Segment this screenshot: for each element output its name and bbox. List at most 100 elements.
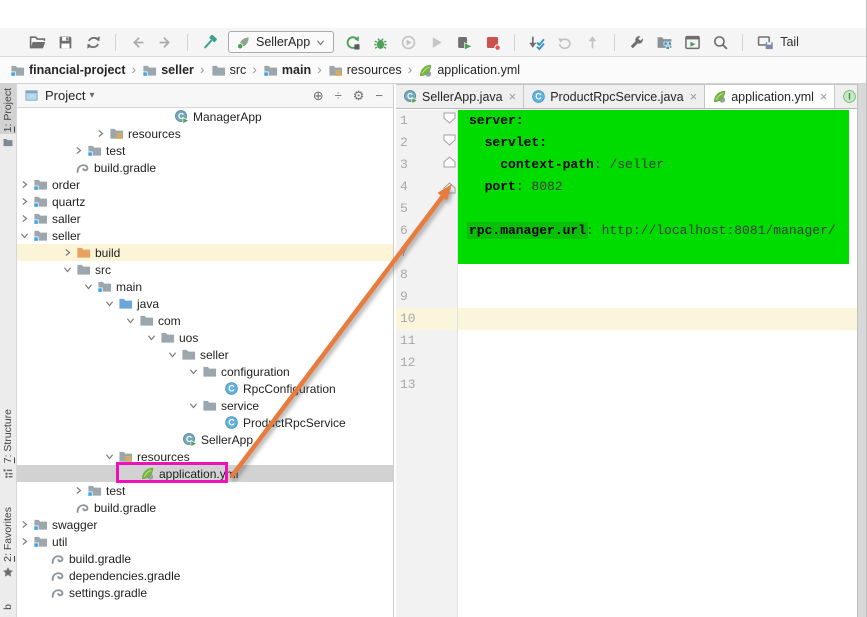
editor-body[interactable]: 12345678910111213server: servlet: contex… [396, 110, 857, 617]
chevron-down-icon[interactable] [167, 348, 181, 362]
build-project-button[interactable] [200, 33, 219, 52]
forward-button[interactable] [156, 33, 175, 52]
tree-item-util[interactable]: util [17, 533, 394, 550]
code-line-9[interactable] [458, 286, 469, 308]
tree-item-service[interactable]: service [17, 397, 394, 414]
tree-item-uos[interactable]: uos [17, 329, 394, 346]
tool-window-tab-2-favorites[interactable]: 2: Favorites [0, 503, 16, 581]
code-line-4[interactable]: port: 8082 [458, 176, 563, 198]
tree-item-saller[interactable]: saller [17, 210, 394, 227]
tree-item-resources[interactable]: resources [17, 125, 394, 142]
push-button[interactable] [583, 33, 602, 52]
tree-item-build[interactable]: build [17, 244, 394, 261]
code-line-6[interactable]: rpc.manager.url: http://localhost:8081/m… [458, 220, 836, 242]
collapse-all-icon[interactable]: ÷ [335, 89, 342, 102]
editor-tab-sellerapp-java[interactable]: CSellerApp.java× [396, 85, 524, 108]
open-project-button[interactable] [28, 33, 47, 52]
breadcrumb-item-seller[interactable]: seller [142, 63, 194, 78]
hide-panel-icon[interactable]: − [375, 89, 383, 102]
settings-button[interactable] [627, 33, 646, 52]
tree-item-com[interactable]: com [17, 312, 394, 329]
chevron-down-icon[interactable] [62, 263, 76, 277]
locate-file-icon[interactable]: ⊕ [313, 89, 324, 102]
save-all-button[interactable] [56, 33, 75, 52]
tree-item-dependencies-gradle[interactable]: dependencies.gradle [17, 567, 394, 584]
close-tab-icon[interactable]: × [690, 89, 698, 104]
editor-tab-productrpc[interactable]: IProductRpc. [835, 85, 857, 108]
chevron-right-icon[interactable] [19, 178, 33, 192]
tree-item-test[interactable]: test [17, 142, 394, 159]
run-anything-button[interactable] [683, 33, 702, 52]
chevron-down-icon[interactable] [19, 229, 33, 243]
chevron-right-icon[interactable] [19, 535, 33, 549]
close-tab-icon[interactable]: × [509, 89, 517, 104]
chevron-right-icon[interactable] [62, 246, 76, 260]
update-project-button[interactable] [527, 33, 546, 52]
fold-end-icon[interactable] [443, 156, 456, 168]
code-line-7[interactable] [458, 242, 469, 264]
code-line-5[interactable] [458, 198, 469, 220]
code-line-1[interactable]: server: [458, 110, 524, 132]
editor-tab-productrpcservice-java[interactable]: CProductRpcService.java× [524, 85, 705, 108]
tree-item-configuration[interactable]: configuration [17, 363, 394, 380]
tree-item-rpcconfiguration[interactable]: CRpcConfiguration [17, 380, 394, 397]
rerun-button[interactable] [343, 33, 362, 52]
chevron-down-icon[interactable] [104, 297, 118, 311]
project-structure-button[interactable] [655, 33, 674, 52]
chevron-right-icon[interactable] [19, 195, 33, 209]
tree-item-settings-gradle[interactable]: settings.gradle [17, 584, 394, 601]
code-line-10[interactable] [458, 308, 469, 330]
back-button[interactable] [128, 33, 147, 52]
chevron-down-icon[interactable]: ▾ [89, 90, 94, 101]
resume-program-button[interactable] [455, 33, 474, 52]
tree-item-managerapp[interactable]: CManagerApp [17, 108, 394, 125]
tail-button[interactable]: Tail [755, 33, 801, 52]
run-configuration-select[interactable]: SellerApp [228, 31, 334, 53]
chevron-down-icon[interactable] [188, 365, 202, 379]
debug-button[interactable] [371, 33, 390, 52]
chevron-down-icon[interactable] [188, 399, 202, 413]
tool-window-tab-b[interactable]: b [0, 600, 16, 617]
fold-expanded-icon[interactable] [443, 134, 456, 146]
tree-item-productrpcservice[interactable]: CProductRpcService [17, 414, 394, 431]
tool-window-tab-7-structure[interactable]: 7: Structure [0, 405, 16, 483]
tool-window-tab-1-project[interactable]: 1: Project [0, 84, 16, 134]
tree-item-sellerapp[interactable]: CSellerApp [17, 431, 394, 448]
tree-item-seller[interactable]: seller [17, 346, 394, 363]
chevron-right-icon[interactable] [19, 212, 33, 226]
tree-item-build-gradle[interactable]: build.gradle [17, 550, 394, 567]
run-button[interactable] [427, 33, 446, 52]
tree-item-order[interactable]: order [17, 176, 394, 193]
synchronize-button[interactable] [84, 33, 103, 52]
code-line-12[interactable] [458, 352, 469, 374]
breadcrumb-item-main[interactable]: main [263, 63, 311, 78]
tree-item-quartz[interactable]: quartz [17, 193, 394, 210]
code-line-8[interactable] [458, 264, 469, 286]
chevron-right-icon[interactable] [95, 127, 109, 141]
chevron-right-icon[interactable] [19, 518, 33, 532]
fold-end-icon[interactable] [443, 182, 456, 194]
breadcrumb-item-financial-project[interactable]: financial-project [10, 63, 126, 78]
breadcrumb-item-resources[interactable]: resources [328, 63, 402, 78]
tree-item-swagger[interactable]: swagger [17, 516, 394, 533]
chevron-right-icon[interactable] [73, 144, 87, 158]
settings-icon[interactable]: ⚙ [353, 89, 365, 102]
chevron-down-icon[interactable] [146, 331, 160, 345]
run-with-coverage-button[interactable] [399, 33, 418, 52]
editor-tab-application-yml[interactable]: application.yml× [705, 85, 835, 108]
chevron-down-icon[interactable] [125, 314, 139, 328]
code-line-3[interactable]: context-path: /seller [458, 154, 664, 176]
tree-item-build-gradle[interactable]: build.gradle [17, 499, 394, 516]
tree-item-test[interactable]: test [17, 482, 394, 499]
code-line-11[interactable] [458, 330, 469, 352]
breadcrumb-item-src[interactable]: src [211, 63, 247, 78]
tree-item-src[interactable]: src [17, 261, 394, 278]
rollback-button[interactable] [555, 33, 574, 52]
tree-item-seller[interactable]: seller [17, 227, 394, 244]
tree-item-build-gradle[interactable]: build.gradle [17, 159, 394, 176]
chevron-down-icon[interactable] [83, 280, 97, 294]
stop-button[interactable] [483, 33, 502, 52]
fold-expanded-icon[interactable] [443, 112, 456, 124]
code-line-13[interactable] [458, 374, 469, 396]
breadcrumb-item-application-yml[interactable]: application.yml [418, 63, 520, 78]
